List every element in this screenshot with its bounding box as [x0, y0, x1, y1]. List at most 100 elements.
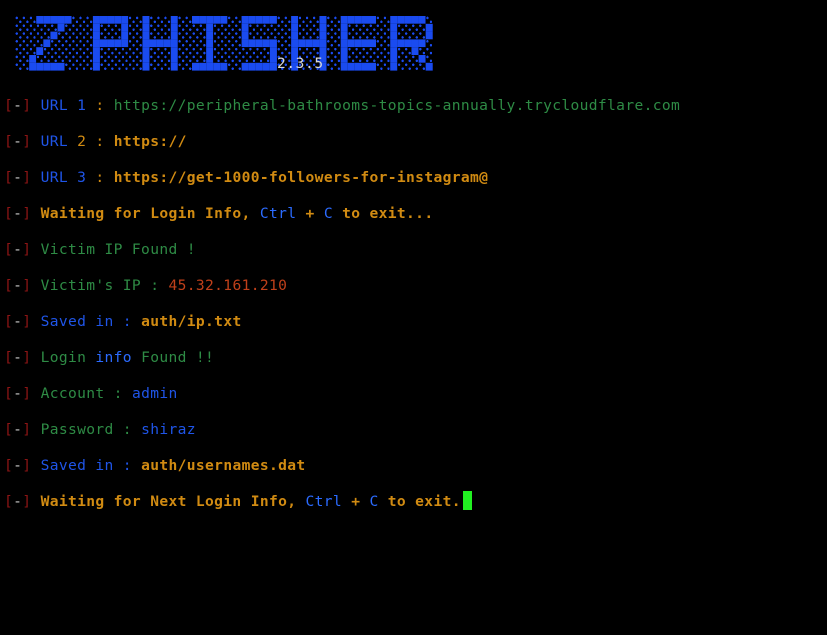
log-segment: +	[342, 493, 370, 510]
prefix-open-bracket: [	[4, 493, 14, 510]
prefix-open-bracket: [	[4, 241, 14, 258]
prefix-space	[31, 385, 40, 402]
log-segment	[68, 133, 77, 150]
log-segment: to exit.	[378, 493, 461, 510]
prefix-space	[31, 277, 40, 294]
log-segment: shiraz	[141, 421, 196, 438]
log-segment: 1	[77, 97, 87, 114]
log-line-account: [-] Account : admin	[0, 376, 827, 412]
log-segment: Ctrl	[305, 493, 343, 510]
logo-row	[15, 16, 433, 24]
log-line-url-1: [-] URL 1 : https://peripheral-bathrooms…	[0, 88, 827, 124]
log-segment: https://get-1000-followers-for-instagram…	[113, 169, 489, 186]
log-segment: Victim IP Found !	[40, 241, 196, 258]
log-segment: Waiting for Next Login Info,	[40, 493, 306, 510]
prefix-space	[31, 493, 40, 510]
log-segment: C	[369, 493, 379, 510]
log-line-saved-ip: [-] Saved in : auth/ip.txt	[0, 304, 827, 340]
log-segment	[105, 169, 114, 186]
log-segment: Saved	[40, 313, 96, 330]
prefix-dash: -	[13, 97, 23, 114]
prefix-dash: -	[13, 277, 23, 294]
log-segment: :	[95, 169, 105, 186]
log-line-victim-ip-value: [-] Victim's IP : 45.32.161.210	[0, 268, 827, 304]
prefix-open-bracket: [	[4, 421, 14, 438]
log-segment: Account :	[40, 385, 132, 402]
log-segment: 3	[77, 169, 87, 186]
prefix-dash: -	[13, 241, 23, 258]
prefix-dash: -	[13, 457, 23, 474]
prefix-space	[31, 457, 40, 474]
log-segment: to exit...	[332, 205, 434, 222]
terminal-window: 2.3.5 [-] URL 1 : https://peripheral-bat…	[0, 0, 827, 635]
prefix-space	[31, 241, 40, 258]
log-line-password: [-] Password : shiraz	[0, 412, 827, 448]
prefix-dash: -	[13, 349, 23, 366]
logo-row	[15, 47, 433, 55]
log-segment: https://peripheral-bathrooms-topics-annu…	[113, 97, 681, 114]
prefix-space	[31, 133, 40, 150]
prefix-dash: -	[13, 385, 23, 402]
log-segment	[105, 97, 114, 114]
log-segment: admin	[131, 385, 178, 402]
log-line-waiting-next-login: [-] Waiting for Next Login Info, Ctrl + …	[0, 484, 827, 520]
prefix-space	[31, 97, 40, 114]
prefix-dash: -	[13, 205, 23, 222]
log-segment	[68, 97, 77, 114]
log-segment: https://	[113, 133, 187, 150]
prefix-open-bracket: [	[4, 277, 14, 294]
prefix-open-bracket: [	[4, 97, 14, 114]
log-segment: URL	[40, 133, 68, 150]
prefix-dash: -	[13, 313, 23, 330]
log-segment: :	[113, 313, 142, 330]
prefix-open-bracket: [	[4, 169, 14, 186]
log-segment: info	[95, 349, 132, 366]
log-segment: Victim's IP :	[40, 277, 169, 294]
log-segment	[105, 133, 114, 150]
log-segment: Found !!	[131, 349, 215, 366]
prefix-dash: -	[13, 169, 23, 186]
prefix-space	[31, 349, 40, 366]
log-segment: 45.32.161.210	[168, 277, 288, 294]
log-segment: Saved	[40, 457, 96, 474]
version-label: 2.3.5	[277, 56, 324, 72]
log-segment: in	[95, 313, 114, 330]
log-segment: in	[95, 457, 114, 474]
log-segment: auth/usernames.dat	[141, 457, 306, 474]
app-banner: 2.3.5	[0, 0, 827, 88]
log-segment: URL	[40, 97, 68, 114]
log-segment: :	[95, 97, 105, 114]
log-line-victim-ip-found: [-] Victim IP Found !	[0, 232, 827, 268]
log-segment: 2	[77, 133, 87, 150]
prefix-open-bracket: [	[4, 133, 14, 150]
terminal-cursor[interactable]	[462, 491, 472, 510]
prefix-dash: -	[13, 493, 23, 510]
log-line-login-info-found: [-] Login info Found !!	[0, 340, 827, 376]
zphisher-ascii-logo	[15, 16, 433, 71]
log-segment: Login	[40, 349, 96, 366]
log-line-url-3: [-] URL 3 : https://get-1000-followers-f…	[0, 160, 827, 196]
prefix-open-bracket: [	[4, 349, 14, 366]
log-segment: Waiting for Login Info,	[40, 205, 260, 222]
prefix-open-bracket: [	[4, 457, 14, 474]
terminal-output: [-] URL 1 : https://peripheral-bathrooms…	[0, 88, 827, 520]
log-segment: +	[296, 205, 324, 222]
log-segment: Password :	[40, 421, 142, 438]
logo-row	[15, 55, 433, 63]
prefix-space	[31, 169, 40, 186]
prefix-dash: -	[13, 421, 23, 438]
logo-row	[15, 62, 433, 71]
log-segment: URL	[40, 169, 68, 186]
prefix-dash: -	[13, 133, 23, 150]
prefix-open-bracket: [	[4, 313, 14, 330]
logo-row	[15, 39, 433, 48]
log-line-waiting-login: [-] Waiting for Login Info, Ctrl + C to …	[0, 196, 827, 232]
log-segment: auth/ip.txt	[141, 313, 242, 330]
log-line-saved-usernames: [-] Saved in : auth/usernames.dat	[0, 448, 827, 484]
logo-row	[15, 23, 433, 32]
log-segment: Ctrl	[259, 205, 297, 222]
log-segment: C	[323, 205, 333, 222]
log-segment: :	[113, 457, 142, 474]
log-segment	[68, 169, 77, 186]
prefix-open-bracket: [	[4, 385, 14, 402]
